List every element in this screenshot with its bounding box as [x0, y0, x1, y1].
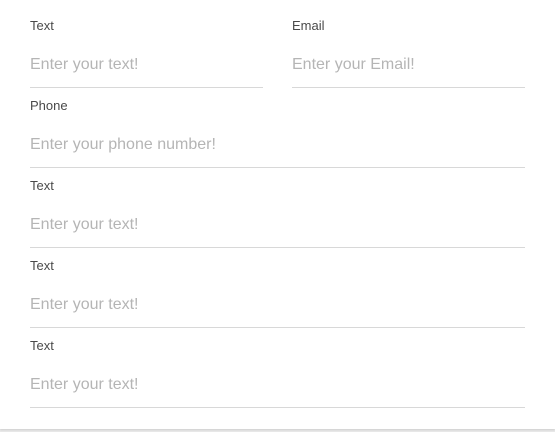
text-field-2-label: Text — [30, 178, 54, 193]
text-field-1-label: Text — [30, 18, 54, 33]
text-input-1[interactable] — [30, 50, 263, 88]
email-field: Email — [292, 18, 525, 88]
text-field-4: Text — [30, 338, 525, 408]
email-input[interactable] — [292, 50, 525, 88]
text-input-3[interactable] — [30, 290, 525, 328]
text-input-2[interactable] — [30, 210, 525, 248]
text-field-4-label: Text — [30, 338, 54, 353]
phone-input[interactable] — [30, 130, 525, 168]
phone-field-label: Phone — [30, 98, 68, 113]
form-card: Text Email Phone Text Text Text — [0, 0, 555, 429]
text-input-4[interactable] — [30, 370, 525, 408]
text-field-3-label: Text — [30, 258, 54, 273]
phone-field: Phone — [30, 98, 525, 168]
text-field-1: Text — [30, 18, 263, 88]
email-field-label: Email — [292, 18, 325, 33]
text-field-2: Text — [30, 178, 525, 248]
text-field-3: Text — [30, 258, 525, 328]
